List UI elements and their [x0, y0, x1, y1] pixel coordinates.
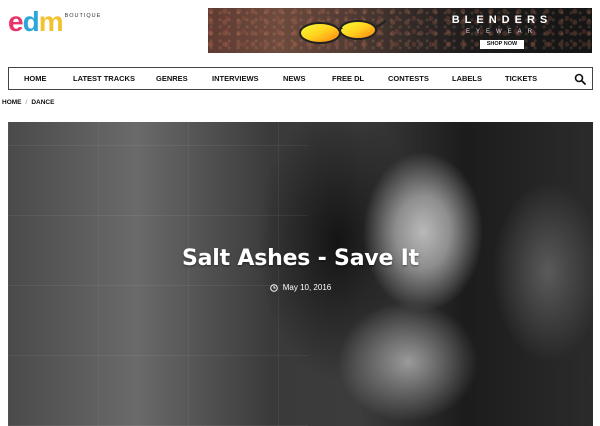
breadcrumb-separator: / — [25, 99, 28, 106]
nav-item-free-dl[interactable]: FREE DL — [332, 74, 364, 83]
nav-item-contests[interactable]: CONTESTS — [388, 74, 429, 83]
nav-item-genres[interactable]: GENRES — [156, 74, 188, 83]
site-logo[interactable]: edm BOUTIQUE — [8, 6, 102, 37]
nav-item-tickets[interactable]: TICKETS — [505, 74, 537, 83]
logo-wordmark: edm — [8, 6, 64, 37]
ad-subbrand: EYEWEAR — [465, 29, 538, 35]
nav-item-news[interactable]: NEWS — [283, 74, 306, 83]
post-date-text: May 10, 2016 — [282, 283, 332, 292]
ad-brand-name: BLENDERS — [451, 14, 553, 26]
ad-banner[interactable]: BLENDERS EYEWEAR SHOP NOW — [208, 8, 592, 53]
hero-image-tile-overlay — [8, 122, 308, 426]
breadcrumb-home[interactable]: HOME — [2, 99, 22, 106]
nav-item-home[interactable]: HOME — [24, 74, 47, 83]
post-title[interactable]: Salt Ashes - Save It — [8, 246, 593, 271]
breadcrumb: HOME / DANCE — [2, 99, 54, 106]
nav-item-interviews[interactable]: INTERVIEWS — [212, 74, 259, 83]
post-date: May 10, 2016 — [8, 283, 593, 292]
nav-item-latest-tracks[interactable]: LATEST TRACKS — [73, 74, 135, 83]
search-icon[interactable] — [574, 73, 586, 85]
main-nav: HOME LATEST TRACKS GENRES INTERVIEWS NEW… — [8, 67, 593, 90]
clock-icon — [269, 283, 278, 292]
hero-featured-post[interactable]: Salt Ashes - Save It May 10, 2016 — [8, 122, 593, 426]
breadcrumb-dance[interactable]: DANCE — [31, 99, 54, 106]
nav-item-labels[interactable]: LABELS — [452, 74, 482, 83]
logo-subtext: BOUTIQUE — [64, 13, 102, 19]
ad-shop-now-button[interactable]: SHOP NOW — [480, 40, 524, 49]
sunglasses-image — [299, 20, 386, 44]
